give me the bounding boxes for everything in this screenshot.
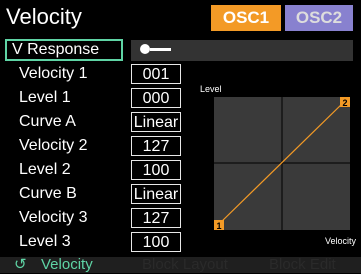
param-label-level1: Level 1 xyxy=(19,89,71,106)
toggle-line-icon xyxy=(150,48,171,51)
footer-block-layout[interactable]: Block Layout xyxy=(142,256,228,274)
tab-osc2[interactable]: OSC2 xyxy=(285,5,353,31)
velocity-curve-graph: 1 2 xyxy=(214,97,350,230)
param-label-velocity3: Velocity 3 xyxy=(19,209,88,226)
param-label-level2: Level 2 xyxy=(19,161,71,178)
param-value-level3[interactable]: 100 xyxy=(131,232,181,252)
param-label-velocity2: Velocity 2 xyxy=(19,137,88,154)
graph-x-label: Velocity xyxy=(325,236,357,246)
tab-osc1[interactable]: OSC1 xyxy=(211,5,281,31)
param-label-level3: Level 3 xyxy=(19,233,71,250)
param-label-velocity1: Velocity 1 xyxy=(19,65,88,82)
page-title: Velocity xyxy=(6,4,82,29)
v-response-label: V Response xyxy=(12,41,100,58)
param-value-velocity3[interactable]: 127 xyxy=(131,208,181,228)
param-value-curve-a[interactable]: Linear xyxy=(131,112,181,132)
param-label-curve-b: Curve B xyxy=(19,185,77,202)
footer-velocity[interactable]: Velocity xyxy=(41,256,93,274)
param-value-level1[interactable]: 000 xyxy=(131,88,181,108)
param-value-velocity1[interactable]: 001 xyxy=(131,64,181,84)
point-1-label: 1 xyxy=(217,221,222,230)
toggle-knob-icon xyxy=(140,44,150,54)
param-value-level2[interactable]: 100 xyxy=(131,160,181,180)
refresh-icon[interactable]: ↺ xyxy=(14,256,27,274)
param-value-velocity2[interactable]: 127 xyxy=(131,136,181,156)
param-value-curve-b[interactable]: Linear xyxy=(131,184,181,204)
footer-block-edit[interactable]: Block Edit xyxy=(269,256,336,274)
param-label-curve-a: Curve A xyxy=(19,113,76,130)
point-2-label: 2 xyxy=(343,98,348,108)
graph-y-label: Level xyxy=(200,84,222,94)
